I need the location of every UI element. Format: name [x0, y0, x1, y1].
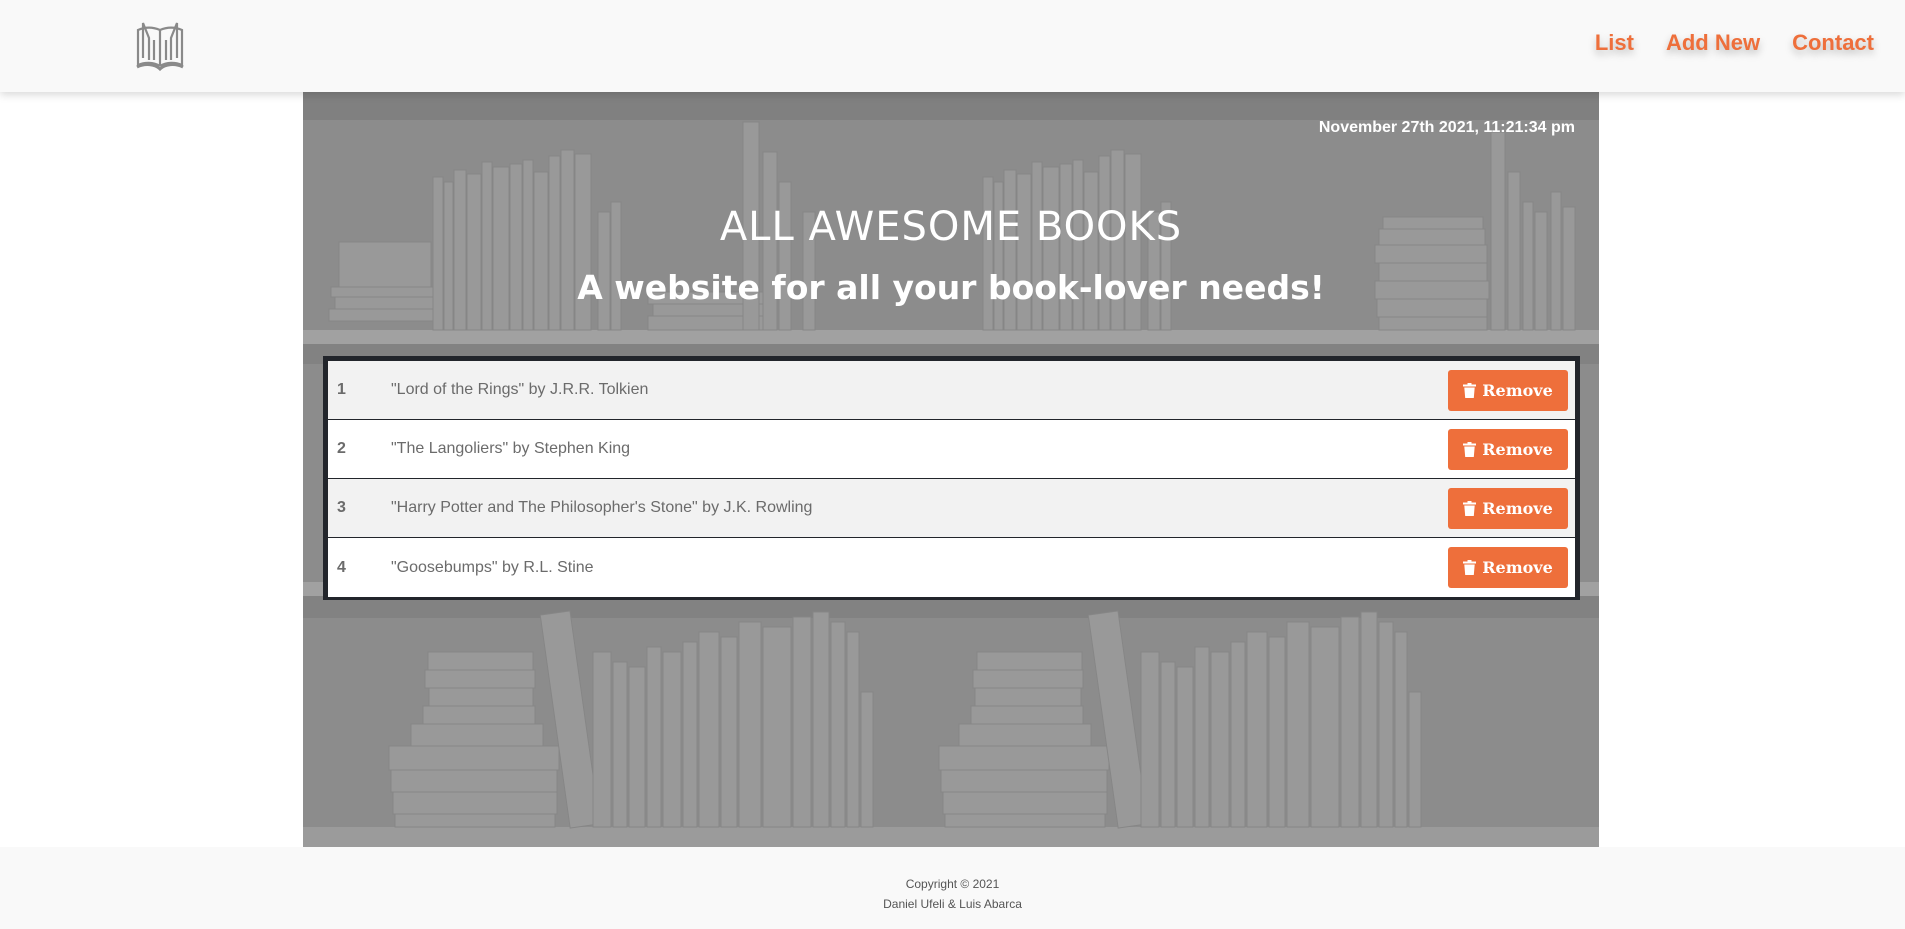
- book-title-author: "Harry Potter and The Philosopher's Ston…: [391, 499, 813, 516]
- open-book-icon[interactable]: [135, 18, 185, 73]
- authors-text: Daniel Ufeli & Luis Abarca: [883, 897, 1022, 911]
- remove-button[interactable]: Remove: [1448, 488, 1568, 529]
- book-title-author: "Lord of the Rings" by J.R.R. Tolkien: [391, 381, 649, 398]
- book-row: 1 "Lord of the Rings" by J.R.R. Tolkien …: [328, 361, 1575, 420]
- book-number: 3: [337, 499, 346, 516]
- remove-button[interactable]: Remove: [1448, 370, 1568, 411]
- trash-icon: [1463, 383, 1477, 398]
- remove-button-label: Remove: [1482, 381, 1553, 400]
- book-title-author: "The Langoliers" by Stephen King: [391, 440, 631, 457]
- book-row: 2 "The Langoliers" by Stephen King Remov…: [328, 420, 1575, 479]
- page-subtitle: A website for all your book-lover needs!: [577, 268, 1325, 307]
- main-nav: List Add New Contact: [1595, 30, 1874, 56]
- remove-button[interactable]: Remove: [1448, 429, 1568, 470]
- site-header: List Add New Contact: [0, 0, 1905, 92]
- book-number: 4: [337, 558, 346, 576]
- copyright-text: Copyright © 2021: [905, 877, 1000, 891]
- trash-icon: [1463, 442, 1477, 457]
- current-datetime: November 27th 2021, 11:21:34 pm: [1318, 119, 1575, 136]
- page-title: ALL AWESOME BOOKS: [719, 204, 1183, 250]
- site-footer: Copyright © 2021 Daniel Ufeli & Luis Aba…: [0, 847, 1905, 929]
- remove-button[interactable]: Remove: [1448, 547, 1568, 588]
- hero-section: November 27th 2021, 11:21:34 pm ALL AWES…: [303, 92, 1599, 847]
- remove-button-label: Remove: [1482, 440, 1553, 459]
- nav-contact-link[interactable]: Contact: [1792, 30, 1874, 56]
- nav-list-link[interactable]: List: [1595, 30, 1634, 56]
- trash-icon: [1463, 560, 1477, 575]
- book-number: 1: [337, 381, 346, 398]
- book-row: 4 "Goosebumps" by R.L. Stine Remove: [328, 538, 1575, 597]
- remove-button-label: Remove: [1482, 499, 1553, 518]
- book-title-author: "Goosebumps" by R.L. Stine: [391, 558, 594, 576]
- book-row: 3 "Harry Potter and The Philosopher's St…: [328, 479, 1575, 538]
- remove-button-label: Remove: [1482, 558, 1553, 577]
- book-list: 1 "Lord of the Rings" by J.R.R. Tolkien …: [323, 356, 1580, 600]
- book-number: 2: [337, 440, 346, 457]
- trash-icon: [1463, 501, 1477, 516]
- nav-add-new-link[interactable]: Add New: [1666, 30, 1760, 56]
